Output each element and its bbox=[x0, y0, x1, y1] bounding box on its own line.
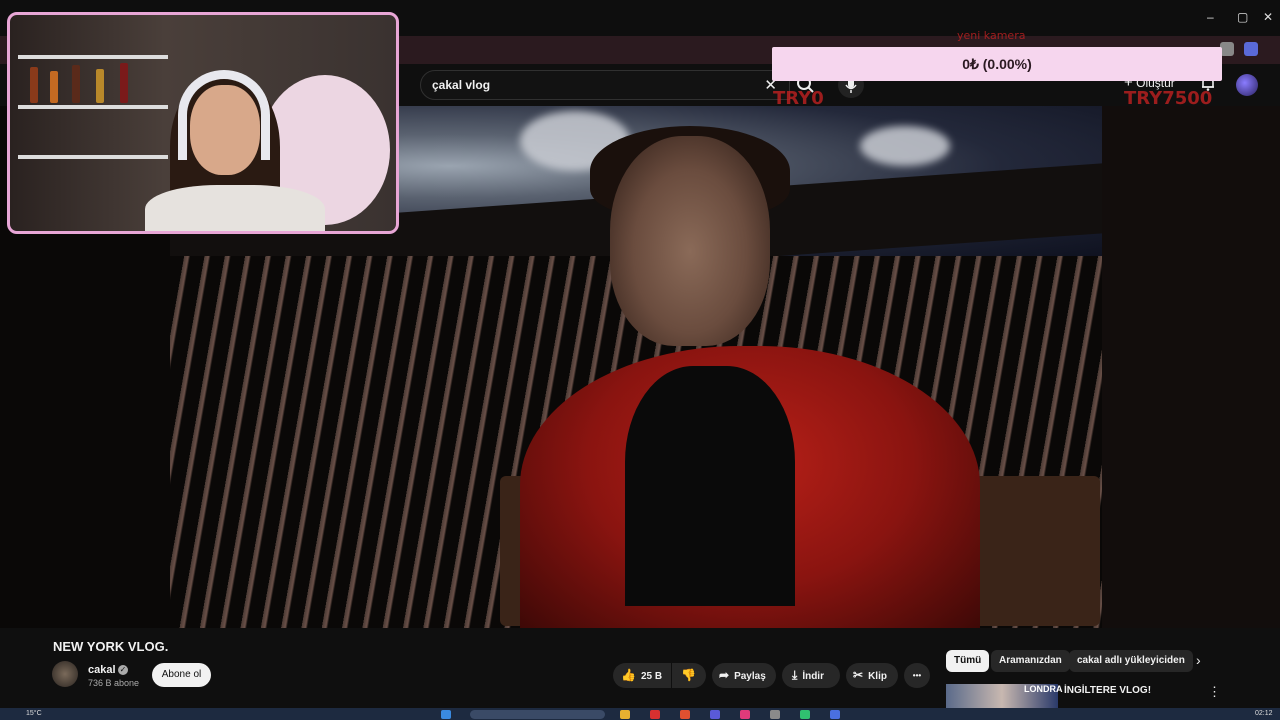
overlay-label-top: yeni kamera bbox=[957, 29, 1026, 42]
kebab-menu-icon[interactable]: ⋮ bbox=[1208, 684, 1221, 700]
overlay-goal-target: TRY7500 bbox=[1124, 88, 1213, 109]
account-avatar[interactable] bbox=[1236, 74, 1258, 96]
verified-check-icon: ✓ bbox=[118, 665, 128, 675]
like-button[interactable]: 👍 25 B bbox=[613, 663, 671, 688]
overlay-goal-current: TRY0 bbox=[773, 88, 824, 109]
channel-name[interactable]: cakal bbox=[88, 664, 116, 676]
search-query: çakal vlog bbox=[432, 78, 491, 92]
chip-uploader[interactable]: cakal adlı yükleyiciden bbox=[1069, 650, 1193, 672]
subscriber-count: 736 B abone bbox=[88, 678, 140, 688]
share-arrow-icon: ➦ bbox=[719, 668, 730, 682]
app-icon[interactable] bbox=[650, 710, 660, 719]
download-label: İndir bbox=[802, 671, 824, 682]
streamer-webcam bbox=[7, 12, 399, 234]
channel-avatar[interactable] bbox=[52, 661, 78, 687]
recommended-video-title[interactable]: İNGİLTERE VLOG! bbox=[1064, 685, 1151, 696]
webcam-bottle bbox=[50, 71, 58, 103]
donation-goal-bar: 0₺ (0.00%) bbox=[772, 47, 1222, 81]
scissors-icon: ✂ bbox=[853, 668, 864, 682]
webcam-bottle bbox=[72, 65, 80, 103]
video-letterbox-right bbox=[1102, 106, 1280, 628]
thumbnail-text: LONDRA bbox=[1024, 684, 1063, 694]
webcam-bottle bbox=[30, 67, 38, 103]
video-title: NEW YORK VLOG. bbox=[53, 639, 169, 654]
video-person-face bbox=[610, 136, 770, 346]
clip-button[interactable]: ✂ Klip bbox=[846, 663, 898, 688]
thumbs-up-icon: 👍 bbox=[621, 668, 636, 682]
like-count: 25 B bbox=[640, 671, 663, 682]
webcam-bottle bbox=[96, 69, 104, 103]
clip-label: Klip bbox=[868, 671, 887, 682]
windows-taskbar bbox=[0, 708, 1280, 720]
webcam-shelf bbox=[18, 105, 168, 109]
search-input[interactable]: çakal vlog ✕ bbox=[420, 70, 790, 100]
webcam-bottle bbox=[120, 63, 128, 103]
video-cloud bbox=[860, 126, 950, 166]
download-button[interactable]: ⤓ İndir bbox=[782, 663, 840, 688]
video-person-shirt bbox=[625, 366, 795, 606]
headphones-icon bbox=[178, 70, 270, 160]
webcam-shelf bbox=[18, 55, 168, 59]
donation-goal-text: 0₺ (0.00%) bbox=[962, 56, 1032, 72]
app-icon[interactable] bbox=[830, 710, 840, 719]
file-explorer-icon[interactable] bbox=[620, 710, 630, 719]
dislike-button[interactable]: 👎 bbox=[672, 663, 706, 688]
thumbs-down-icon: 👎 bbox=[681, 668, 696, 682]
share-label: Paylaş bbox=[734, 671, 766, 682]
extension-icon[interactable] bbox=[1220, 42, 1234, 56]
subscribe-button[interactable]: Abone ol bbox=[152, 663, 211, 687]
maximize-button[interactable]: ▢ bbox=[1237, 10, 1248, 24]
app-icon[interactable] bbox=[800, 710, 810, 719]
windows-start-icon[interactable] bbox=[441, 710, 451, 719]
chip-all[interactable]: Tümü bbox=[946, 650, 990, 672]
app-icon[interactable] bbox=[740, 710, 750, 719]
share-button[interactable]: ➦ Paylaş bbox=[712, 663, 776, 688]
more-actions-button[interactable]: ••• bbox=[904, 663, 930, 688]
webcam-shelf bbox=[18, 155, 168, 159]
weather-temperature[interactable]: 15°C bbox=[26, 710, 42, 717]
chevron-right-icon[interactable]: › bbox=[1196, 652, 1201, 668]
app-icon[interactable] bbox=[770, 710, 780, 719]
browser-icon[interactable] bbox=[680, 710, 690, 719]
taskbar-search-box[interactable] bbox=[470, 710, 605, 719]
close-window-button[interactable]: ✕ bbox=[1263, 10, 1273, 24]
minimize-button[interactable]: – bbox=[1207, 10, 1214, 24]
chip-from-search[interactable]: Aramanızdan bbox=[991, 650, 1070, 672]
webcam-streamer-sweater bbox=[145, 185, 325, 231]
clock-time: 02:12 bbox=[1255, 710, 1273, 717]
profile-icon[interactable] bbox=[1244, 42, 1258, 56]
discord-icon[interactable] bbox=[710, 710, 720, 719]
download-icon: ⤓ bbox=[792, 668, 798, 682]
